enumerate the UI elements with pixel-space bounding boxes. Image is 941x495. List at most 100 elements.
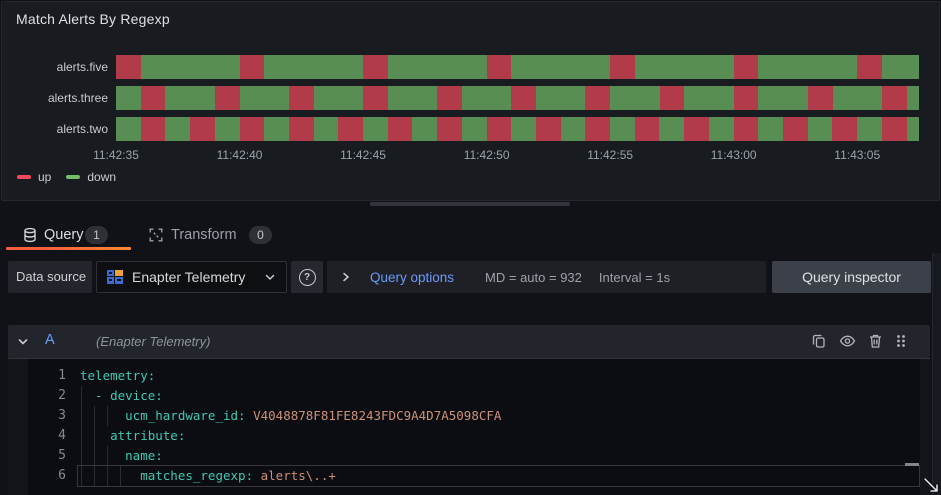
timeline-segment-down — [857, 117, 882, 141]
series-label: alerts.five — [56, 60, 108, 74]
database-icon — [22, 227, 38, 243]
yaml-string-value: V4048878F81FE8243FDC9A4D7A5098CFA — [253, 408, 502, 423]
timeline-segment-down — [116, 86, 141, 110]
timeline-segment-up — [214, 86, 240, 110]
timeline-segment-up — [140, 86, 166, 110]
timeline-segment-up — [610, 55, 635, 79]
timeline-segment-down — [536, 86, 586, 110]
timeline-segment-down — [832, 86, 882, 110]
legend-item-down[interactable]: down — [66, 170, 116, 184]
hide-response-eye-icon[interactable] — [839, 333, 856, 349]
series-label: alerts.three — [47, 91, 108, 105]
timeline-segment-up — [807, 86, 833, 110]
timeline-segment-up — [511, 86, 537, 110]
timeline-segment-down — [758, 55, 858, 79]
query-datasource-hint: (Enapter Telemetry) — [96, 334, 211, 349]
axis-tick-label: 11:43:00 — [710, 148, 757, 162]
code-line: 4 attribute: — [28, 426, 920, 446]
axis-tick-label: 11:42:50 — [463, 148, 510, 162]
timeline-segment-down — [165, 86, 215, 110]
timeline-segment-down — [214, 117, 240, 141]
axis-tick-label: 11:42:35 — [93, 148, 139, 162]
horizontal-scrollbar-thumb[interactable] — [370, 202, 570, 206]
timeline-segment-down — [881, 55, 919, 79]
tab-query[interactable]: Query — [44, 227, 84, 243]
query-ref-id: A — [45, 332, 55, 348]
timeline-segment-down — [461, 86, 512, 110]
code-line: 1 telemetry: — [28, 366, 920, 386]
legend-swatch — [17, 175, 31, 179]
timeline-segment-up — [437, 86, 462, 110]
timeline-segment-up — [486, 117, 512, 141]
timeline-segment-up — [363, 55, 388, 79]
timeline-segment-up — [140, 117, 166, 141]
timeline-segment-down — [140, 55, 240, 79]
interval-stat: Interval = 1s — [598, 269, 671, 285]
timeline-segment-down — [610, 86, 660, 110]
code-text: name: — [80, 448, 163, 463]
code-text: ucm_hardware_id: V4048878F81FE8243FDC9A4… — [80, 408, 501, 423]
duplicate-query-icon[interactable] — [811, 333, 827, 349]
resize-cursor-icon — [922, 476, 940, 494]
delete-query-trash-icon[interactable] — [868, 333, 884, 349]
timeline-segment-down — [511, 117, 536, 141]
timeline-segment-down — [634, 55, 734, 79]
timeline-segment-down — [116, 117, 141, 141]
yaml-key: - device: — [80, 388, 163, 403]
line-number: 2 — [58, 388, 66, 403]
legend-item-up[interactable]: up — [17, 170, 51, 184]
timeline-segment-down — [560, 117, 586, 141]
axis-tick-label: 11:42:40 — [216, 148, 263, 162]
timeline-segment-down — [363, 117, 388, 141]
timeline-segment-down — [313, 117, 339, 141]
timeline-segment-up — [190, 117, 215, 141]
timeline-segment-up — [733, 117, 759, 141]
timeline-segment-down — [758, 86, 808, 110]
yaml-key: ucm_hardware_id: — [80, 408, 254, 423]
query-options-toggle[interactable]: Query options — [370, 270, 454, 285]
timeline-segment-down — [412, 117, 438, 141]
timeline-segment-down — [165, 117, 191, 141]
chart-legend: up down — [17, 170, 116, 184]
timeline-segment-down — [313, 86, 364, 110]
legend-swatch — [66, 175, 81, 179]
timeline-segment-down — [684, 86, 734, 110]
line-number: 4 — [58, 428, 66, 443]
line-number: 1 — [58, 368, 66, 383]
timeline-segment-up — [733, 55, 759, 79]
axis-tick-label: 11:43:05 — [834, 148, 881, 162]
drag-handle-icon[interactable] — [894, 333, 910, 349]
grafana-edit-screen: Match Alerts By Regexp alerts.five alerts… — [0, 0, 941, 495]
transform-icon — [148, 227, 164, 243]
transform-count-badge: 0 — [249, 226, 272, 244]
vertical-scrollbar-track[interactable] — [932, 253, 941, 495]
collapse-chevron-icon[interactable] — [16, 335, 30, 349]
datasource-help-button[interactable]: ? — [291, 261, 323, 293]
timeline-segment-up — [881, 86, 907, 110]
series-label: alerts.two — [56, 122, 108, 136]
current-line-highlight — [77, 465, 920, 487]
query-count-badge: 1 — [85, 226, 108, 244]
timeline-segment-down — [708, 117, 734, 141]
query-inspector-button[interactable]: Query inspector — [772, 261, 931, 293]
timeline-segment-up — [239, 55, 265, 79]
code-line: 3 ucm_hardware_id: V4048878F81FE8243FDC9… — [28, 406, 920, 426]
tab-transform[interactable]: Transform — [171, 227, 237, 243]
timeline-segment-down — [239, 86, 289, 110]
timeline-segment-up — [733, 86, 759, 110]
panel-title[interactable]: Match Alerts By Regexp — [16, 11, 170, 27]
line-number: 6 — [58, 468, 66, 483]
line-number: 5 — [58, 448, 66, 463]
timeline-segment-up — [585, 117, 611, 141]
datasource-picker[interactable]: Enapter Telemetry — [96, 261, 287, 293]
axis-tick-label: 11:42:55 — [587, 148, 634, 162]
query-options-bar: Query options MD = auto = 932 Interval =… — [327, 261, 766, 293]
timeline-segment-up — [437, 117, 462, 141]
timeline-segment-up — [288, 86, 314, 110]
timeline-segment-up — [535, 117, 561, 141]
code-line: 2 - device: — [28, 386, 920, 406]
timeline-segment-down — [758, 117, 783, 141]
timeline-segment-down — [264, 55, 364, 79]
legend-label: up — [38, 170, 52, 184]
timeline-segment-up — [684, 117, 709, 141]
